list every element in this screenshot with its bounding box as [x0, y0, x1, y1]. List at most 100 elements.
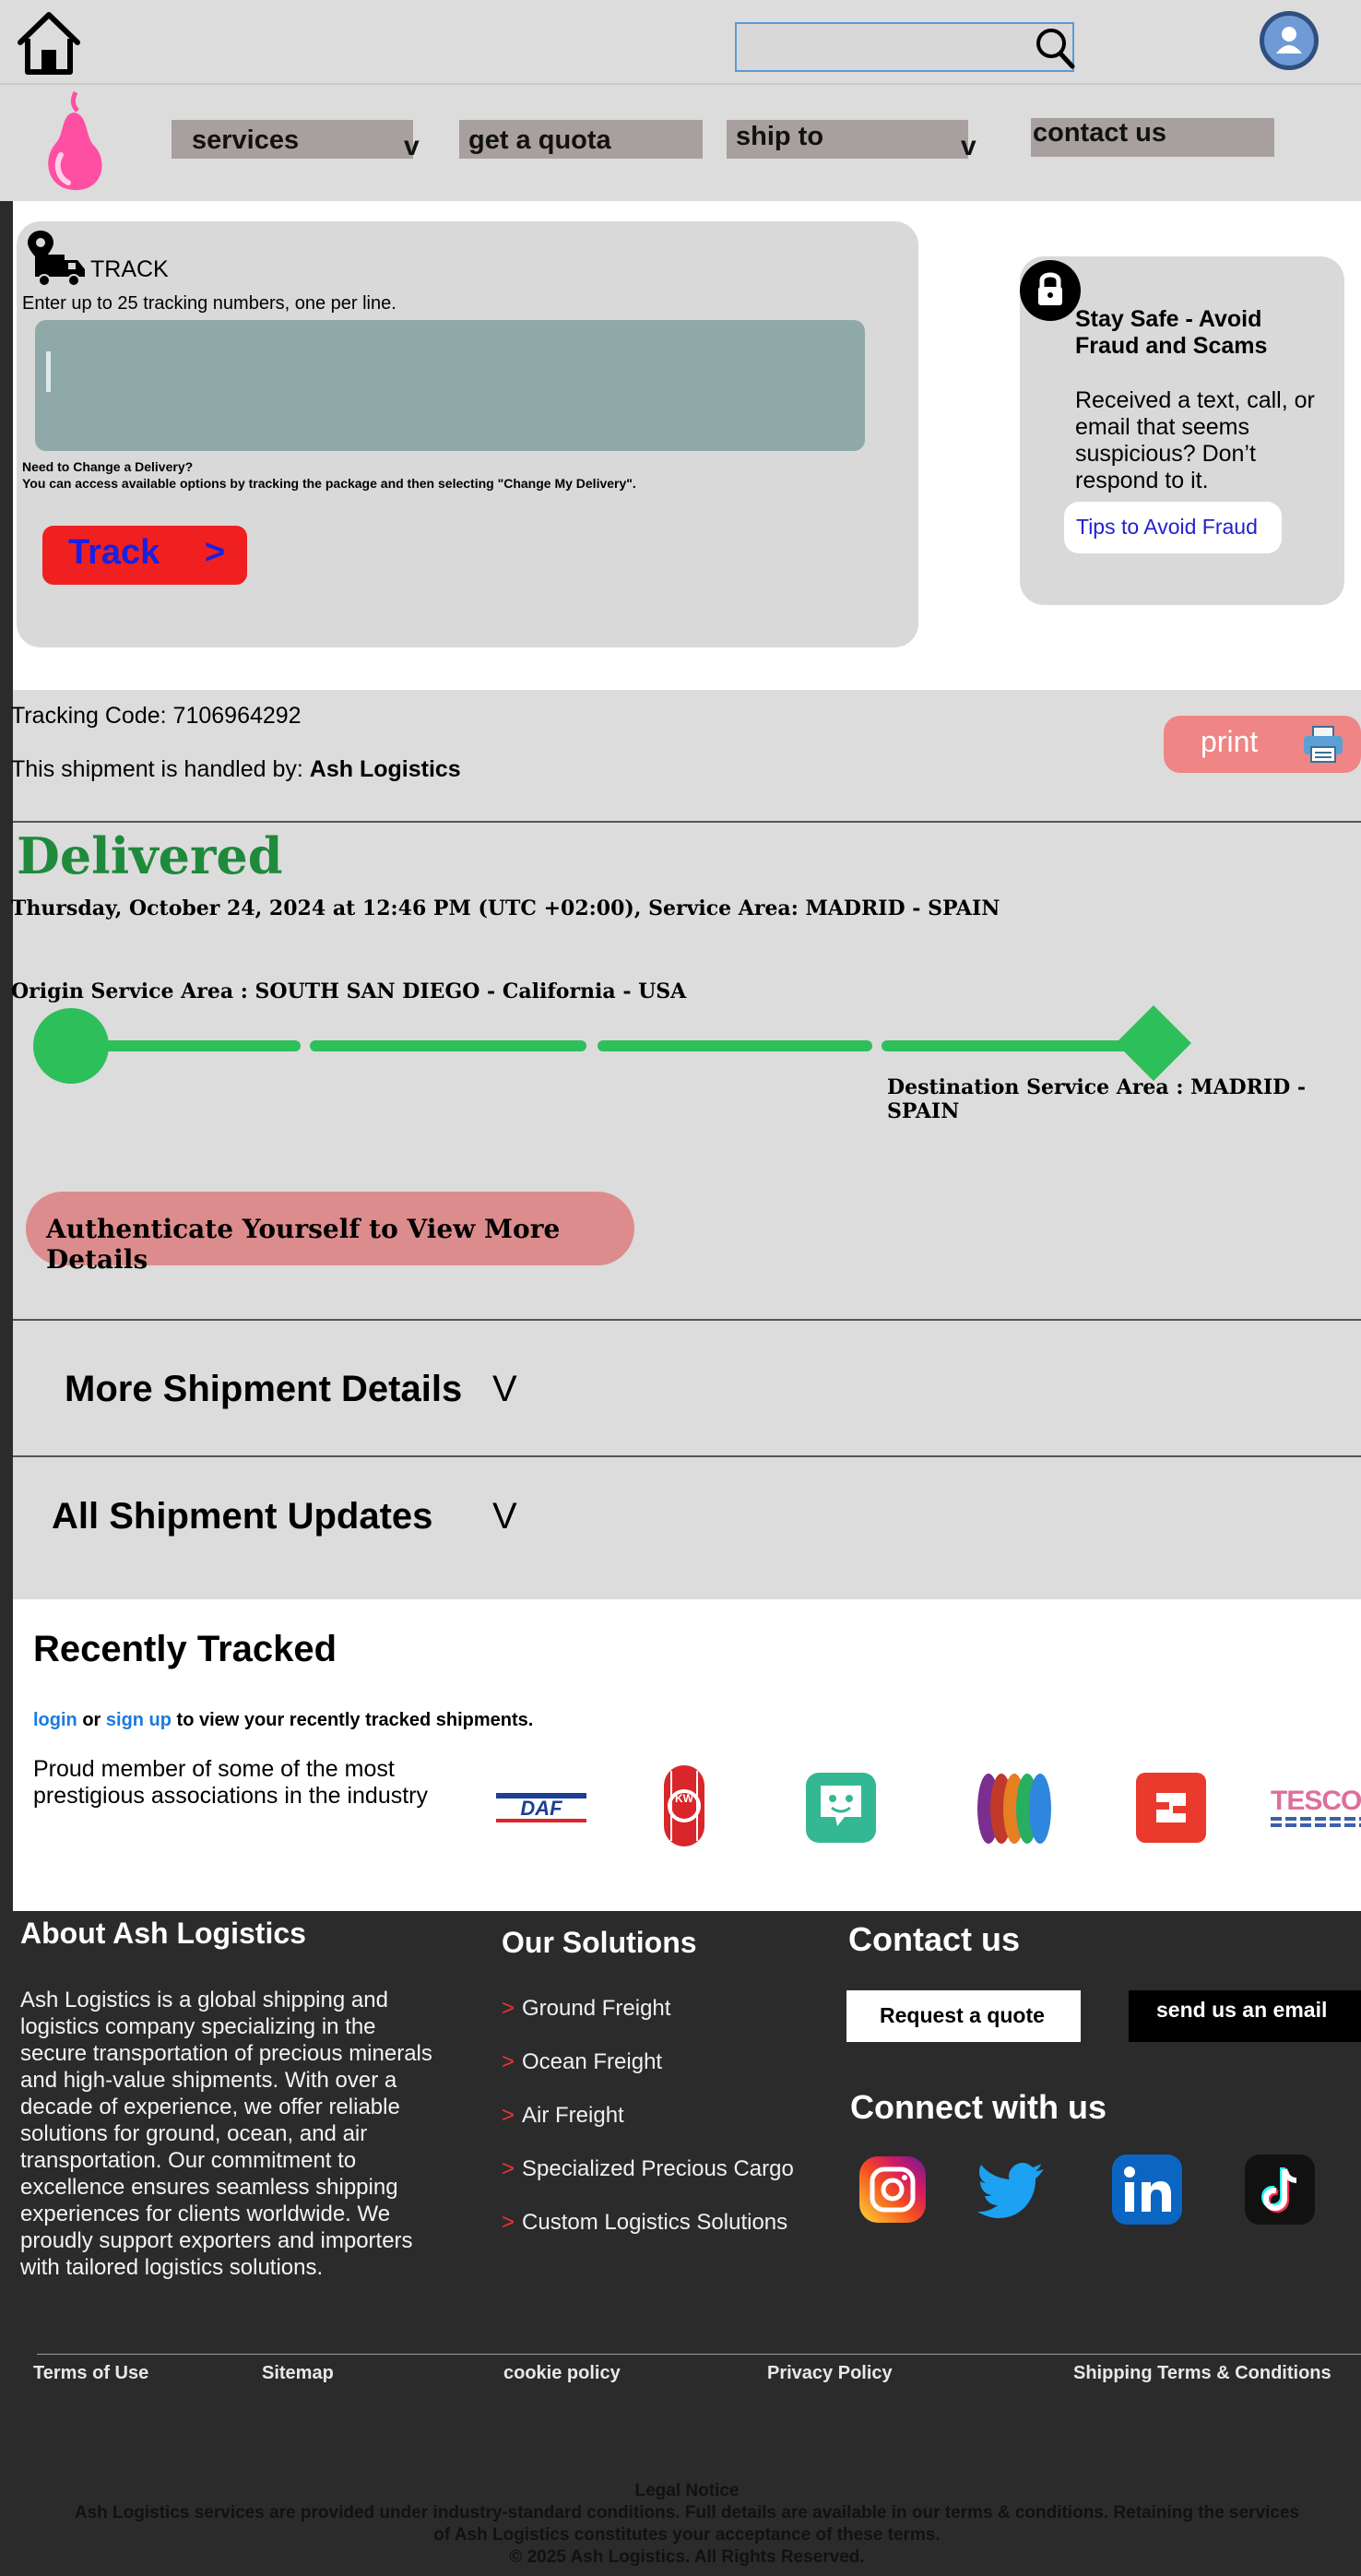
sign-up-link[interactable]: sign up	[106, 1710, 172, 1730]
solution-label: Ocean Freight	[522, 2049, 663, 2074]
solution-link[interactable]: > Specialized Precious Cargo	[502, 2156, 794, 2182]
track-instructions: Enter up to 25 tracking numbers, one per…	[22, 293, 396, 314]
delivery-status: Delivered	[17, 826, 283, 885]
cookie-policy-link[interactable]: cookie policy	[503, 2363, 621, 2384]
home-icon[interactable]	[15, 9, 83, 80]
print-button-label: print	[1201, 725, 1259, 758]
track-button[interactable]: Track >	[42, 526, 247, 585]
about-body: Ash Logistics is a global shipping and l…	[20, 1988, 432, 2280]
top-bar	[0, 0, 1361, 85]
instagram-icon[interactable]	[858, 2155, 928, 2225]
track-title: TRACK	[90, 256, 169, 282]
request-quote-button[interactable]: Request a quote	[846, 1990, 1081, 2042]
more-shipment-details-toggle[interactable]: More Shipment Details V	[13, 1321, 1361, 1455]
solution-label: Air Freight	[522, 2103, 624, 2128]
about-title: About Ash Logistics	[20, 1917, 306, 1950]
shipment-handler-label: This shipment is handled by:	[11, 756, 310, 782]
linkedin-icon[interactable]	[1112, 2155, 1182, 2225]
solution-link[interactable]: > Air Freight	[502, 2103, 624, 2129]
footer: About Ash Logistics Ash Logistics is a g…	[13, 1911, 1361, 2576]
delivery-status-detail: Thursday, October 24, 2024 at 12:46 PM (…	[11, 896, 1000, 920]
twitter-icon[interactable]	[976, 2155, 1046, 2225]
nav-services[interactable]: services v	[172, 120, 420, 161]
change-delivery-help: You can access available options by trac…	[22, 476, 636, 491]
nav-ship-to-label: ship to	[736, 122, 824, 151]
progress-segment	[96, 1040, 301, 1051]
or-text: or	[77, 1710, 106, 1730]
shipment-handler-name: Ash Logistics	[309, 756, 461, 782]
progress-segment	[598, 1040, 872, 1051]
chevron-right-icon: >	[502, 2156, 515, 2181]
fraud-warning-title: Stay Safe - Avoid Fraud and Scams	[1075, 306, 1268, 359]
track-card: TRACK Enter up to 25 tracking numbers, o…	[17, 221, 918, 647]
nav-get-quota-label: get a quota	[468, 125, 611, 155]
solution-label: Custom Logistics Solutions	[522, 2210, 788, 2235]
rainbow-petals-logo	[968, 1771, 1060, 1851]
tips-avoid-fraud-link[interactable]: Tips to Avoid Fraud	[1064, 502, 1282, 553]
chevron-down-icon: V	[492, 1369, 517, 1409]
divider	[13, 821, 1361, 823]
pear-logo[interactable]	[33, 87, 116, 200]
search-icon[interactable]	[1034, 26, 1076, 75]
solution-label: Specialized Precious Cargo	[522, 2156, 794, 2181]
solution-link[interactable]: > Ocean Freight	[502, 2049, 662, 2075]
legal-notice-text: Ash Logistics services are provided unde…	[74, 2503, 1300, 2523]
track-button-label: Track	[68, 533, 160, 572]
nav-contact-us[interactable]: contact us	[1031, 118, 1274, 157]
nav-services-label: services	[192, 125, 300, 155]
chevron-right-icon: >	[502, 2210, 515, 2235]
origin-service-area: Origin Service Area : SOUTH SAN DIEGO - …	[11, 979, 687, 1003]
copyright: © 2025 Ash Logistics. All Rights Reserve…	[509, 2547, 865, 2567]
legal-notice-title: Legal Notice	[634, 2481, 740, 2500]
all-shipment-updates-label: All Shipment Updates	[52, 1496, 433, 1537]
all-shipment-updates-toggle[interactable]: All Shipment Updates V	[13, 1457, 1361, 1596]
kenworth-logo-text: KW	[675, 1792, 693, 1805]
tracking-code-label: Tracking Code:	[11, 703, 173, 729]
lock-icon	[1020, 260, 1081, 321]
divider	[37, 2354, 1361, 2355]
chevron-right-icon: >	[502, 2049, 515, 2074]
daf-logo-text: DAF	[520, 1797, 562, 1820]
tesco-logo: TESCO	[1271, 1786, 1361, 1828]
progress-segment	[882, 1040, 1140, 1051]
solution-link[interactable]: > Custom Logistics Solutions	[502, 2210, 787, 2236]
kenworth-logo: KW	[658, 1763, 710, 1853]
tiktok-icon[interactable]	[1245, 2155, 1315, 2225]
association-text: Proud member of some of the most prestig…	[33, 1756, 429, 1809]
recently-tracked-note: to view your recently tracked shipments.	[172, 1710, 534, 1730]
delivery-truck-icon	[26, 229, 87, 292]
nav-contact-us-label: contact us	[1033, 118, 1167, 148]
chat-app-logo	[804, 1771, 878, 1849]
shipping-terms-link[interactable]: Shipping Terms & Conditions	[1073, 2363, 1331, 2384]
contact-title: Contact us	[848, 1920, 1021, 1958]
tracking-code-value: 7106964292	[172, 703, 302, 729]
send-email-button[interactable]: send us an email	[1129, 1990, 1361, 2042]
search-input[interactable]	[735, 22, 1076, 75]
nav-ship-to[interactable]: ship to v	[727, 120, 976, 161]
authenticate-button[interactable]: Authenticate Yourself to View More Detai…	[26, 1192, 634, 1275]
login-link[interactable]: login	[33, 1710, 77, 1730]
terms-of-use-link[interactable]: Terms of Use	[33, 2363, 148, 2384]
fraud-warning-card: Stay Safe - Avoid Fraud and Scams Receiv…	[1020, 256, 1344, 605]
user-avatar-icon[interactable]	[1258, 9, 1320, 77]
connect-title: Connect with us	[850, 2088, 1107, 2126]
destination-service-area: Destination Service Area : MADRID - SPAI…	[887, 1075, 1307, 1123]
daf-logo: DAF	[496, 1793, 586, 1822]
solution-link[interactable]: > Ground Freight	[502, 1996, 670, 2022]
legal-notice-text: of Ash Logistics constitutes your accept…	[433, 2525, 941, 2545]
chevron-down-icon: v	[404, 131, 420, 161]
nav-get-quota[interactable]: get a quota	[459, 120, 703, 159]
chevron-right-icon: >	[502, 1996, 515, 2021]
print-button[interactable]: print	[1164, 716, 1361, 773]
request-quote-label: Request a quote	[880, 2003, 1045, 2027]
text-cursor	[46, 351, 51, 392]
authenticate-button-label: Authenticate Yourself to View More Detai…	[46, 1214, 561, 1275]
chevron-down-icon: V	[492, 1496, 517, 1537]
sitemap-link[interactable]: Sitemap	[262, 2363, 334, 2384]
tracking-code: Tracking Code: 7106964292	[11, 703, 302, 730]
tracking-numbers-textarea[interactable]	[35, 320, 865, 451]
privacy-policy-link[interactable]: Privacy Policy	[767, 2363, 893, 2384]
main-nav: services v get a quota ship to v contact…	[0, 85, 1361, 201]
tesco-logo-text: TESCO	[1271, 1786, 1361, 1816]
solutions-title: Our Solutions	[502, 1926, 697, 1959]
